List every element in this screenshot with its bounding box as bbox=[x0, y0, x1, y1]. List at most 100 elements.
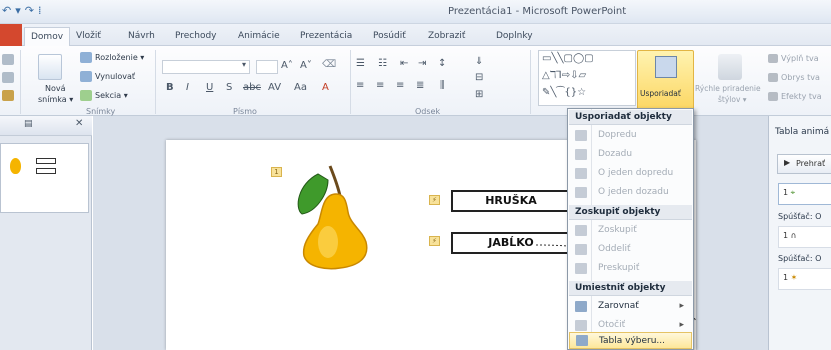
text-direction-icon[interactable]: ⇓ bbox=[475, 56, 483, 67]
char-spacing-icon[interactable]: AV bbox=[268, 82, 281, 93]
smartart-icon[interactable]: ⊞ bbox=[475, 89, 483, 100]
align-right-icon[interactable]: ≡ bbox=[396, 80, 404, 91]
slides-tab-icon[interactable]: ▤ bbox=[24, 119, 33, 129]
slide-thumbnail[interactable] bbox=[0, 143, 89, 213]
reset-icon[interactable] bbox=[80, 71, 92, 82]
tab-addins[interactable]: Doplnky bbox=[496, 31, 533, 41]
redo-icon[interactable]: ↷ bbox=[25, 4, 34, 17]
animation-item-2[interactable]: 1 ∩ bbox=[778, 226, 831, 248]
quick-styles-label1[interactable]: Rýchle priradenie bbox=[695, 84, 761, 93]
shrink-font-icon[interactable]: A˅ bbox=[300, 60, 312, 71]
menu-send-to-back[interactable]: Dozadu bbox=[569, 146, 692, 164]
send-to-back-icon bbox=[575, 149, 587, 160]
clear-formatting-icon[interactable]: ⌫ bbox=[322, 59, 336, 70]
font-color-icon[interactable]: A bbox=[322, 82, 329, 93]
shapes-row2[interactable]: △ℸ⅂⇨⇩▱ bbox=[542, 70, 586, 81]
reset-button[interactable]: Vynulovať bbox=[95, 72, 135, 81]
decrease-indent-icon[interactable]: ⇤ bbox=[400, 58, 408, 69]
quick-styles-icon[interactable] bbox=[718, 54, 742, 80]
tab-view[interactable]: Zobraziť bbox=[428, 31, 465, 41]
shape-effects-button[interactable]: Efekty tva bbox=[781, 92, 822, 101]
menu-bring-to-front[interactable]: Dopredu bbox=[569, 127, 692, 145]
animation-item[interactable]: 1 ⌖ bbox=[778, 183, 831, 205]
shape-outline-button[interactable]: Obrys tva bbox=[781, 73, 820, 82]
bullets-icon[interactable]: ☰ bbox=[356, 58, 365, 69]
arrange-dropdown-menu: Usporiadať objekty Dopredu Dozadu O jede… bbox=[567, 108, 694, 350]
shapes-row1[interactable]: ▭╲╲▢◯▢ bbox=[542, 53, 594, 64]
font-name-dropdown-icon[interactable]: ▾ bbox=[242, 60, 246, 69]
format-painter-icon[interactable] bbox=[2, 90, 14, 101]
bold-icon[interactable]: B bbox=[166, 82, 174, 93]
section-icon[interactable] bbox=[80, 90, 92, 101]
trigger-label-1[interactable]: Spúšťač: O bbox=[778, 212, 821, 221]
underline-icon[interactable]: U bbox=[206, 82, 213, 93]
qat-dropdown-icon[interactable]: ▾ bbox=[15, 4, 21, 17]
animation-tag-2[interactable]: ⚡ bbox=[429, 195, 440, 205]
animation-tag-3[interactable]: ⚡ bbox=[429, 236, 440, 246]
pear-image[interactable] bbox=[288, 162, 378, 272]
copy-icon[interactable] bbox=[2, 72, 14, 83]
tab-review[interactable]: Posúdiť bbox=[373, 31, 406, 41]
arrange-button[interactable]: Usporiadať bbox=[637, 50, 694, 110]
line-spacing-icon[interactable]: ↕ bbox=[438, 58, 446, 69]
menu-ungroup[interactable]: Oddeliť bbox=[569, 241, 692, 259]
close-icon[interactable]: ✕ bbox=[75, 118, 83, 129]
menu-bring-forward[interactable]: O jeden dopredu bbox=[569, 165, 692, 183]
change-case-icon[interactable]: Aa bbox=[294, 82, 307, 93]
tab-transitions[interactable]: Prechody bbox=[175, 31, 217, 41]
layout-button[interactable]: Rozloženie ▾ bbox=[95, 53, 144, 62]
menu-send-backward[interactable]: O jeden dozadu bbox=[569, 184, 692, 202]
ungroup-icon bbox=[575, 244, 587, 255]
layout-icon[interactable] bbox=[80, 52, 92, 63]
selection-pane-label: Tabla výberu... bbox=[599, 336, 666, 346]
menu-regroup[interactable]: Preskupiť bbox=[569, 260, 692, 278]
tab-animations[interactable]: Animácie bbox=[238, 31, 280, 41]
section-button[interactable]: Sekcia ▾ bbox=[95, 91, 128, 100]
justify-icon[interactable]: ≣ bbox=[416, 80, 424, 91]
new-slide-icon[interactable] bbox=[38, 54, 62, 80]
menu-selection-pane[interactable]: Tabla výberu... bbox=[569, 332, 692, 349]
shapes-gallery[interactable]: ▭╲╲▢◯▢ △ℸ⅂⇨⇩▱ ✎╲⁀{}☆ bbox=[538, 50, 636, 106]
tab-slideshow[interactable]: Prezentácia bbox=[300, 31, 352, 41]
grow-font-icon[interactable]: A˄ bbox=[281, 60, 293, 71]
new-slide-label1[interactable]: Nová bbox=[45, 84, 66, 93]
shape-fill-icon[interactable] bbox=[768, 54, 778, 63]
slides-pane: ▤ ✕ bbox=[0, 116, 92, 350]
animation-item-3[interactable]: 1 ✶ bbox=[778, 268, 831, 290]
shape-effects-icon[interactable] bbox=[768, 92, 778, 101]
cut-icon[interactable] bbox=[2, 54, 14, 65]
shapes-row3[interactable]: ✎╲⁀{}☆ bbox=[542, 87, 586, 98]
strikethrough-icon[interactable]: abc bbox=[243, 82, 261, 93]
bring-forward-label: O jeden dopredu bbox=[598, 168, 674, 178]
tab-insert[interactable]: Vložiť bbox=[76, 31, 101, 41]
undo-icon[interactable]: ↶ bbox=[2, 4, 11, 17]
shape-outline-icon[interactable] bbox=[768, 73, 778, 82]
align-center-icon[interactable]: ≡ bbox=[376, 80, 384, 91]
group-label: Zoskupiť bbox=[598, 225, 637, 235]
numbering-icon[interactable]: ☷ bbox=[378, 58, 387, 69]
new-slide-label2[interactable]: snímka ▾ bbox=[38, 95, 73, 104]
file-tab[interactable] bbox=[0, 24, 22, 46]
font-name-combo[interactable] bbox=[162, 60, 250, 74]
shadow-icon[interactable]: S bbox=[226, 82, 232, 93]
tab-design[interactable]: Návrh bbox=[128, 31, 155, 41]
animation-tag[interactable]: 1 bbox=[271, 167, 282, 177]
slides-pane-header: ▤ ✕ bbox=[0, 116, 92, 136]
align-text-icon[interactable]: ⊟ bbox=[475, 72, 483, 83]
customize-qat-icon[interactable]: ⁞ bbox=[38, 4, 42, 17]
play-button[interactable]: ▶ Prehrať bbox=[777, 154, 831, 174]
tab-home[interactable]: Domov bbox=[24, 27, 71, 47]
italic-icon[interactable]: I bbox=[186, 82, 189, 93]
quick-styles-label2[interactable]: štýlov ▾ bbox=[718, 95, 747, 104]
increase-indent-icon[interactable]: ⇥ bbox=[418, 58, 426, 69]
menu-group[interactable]: Zoskupiť bbox=[569, 222, 692, 240]
animation-item-number-2: 1 bbox=[783, 231, 789, 240]
align-left-icon[interactable]: ≡ bbox=[356, 80, 364, 91]
shape-fill-button[interactable]: Výplň tva bbox=[781, 54, 819, 63]
menu-align[interactable]: Zarovnať ▸ bbox=[569, 298, 692, 316]
word-box-pear[interactable]: HRUŠKA bbox=[451, 190, 571, 212]
font-size-combo[interactable] bbox=[256, 60, 278, 74]
columns-icon[interactable]: ⫼ bbox=[440, 80, 445, 91]
rotate-icon bbox=[575, 320, 587, 331]
trigger-label-2[interactable]: Spúšťač: O bbox=[778, 254, 821, 263]
